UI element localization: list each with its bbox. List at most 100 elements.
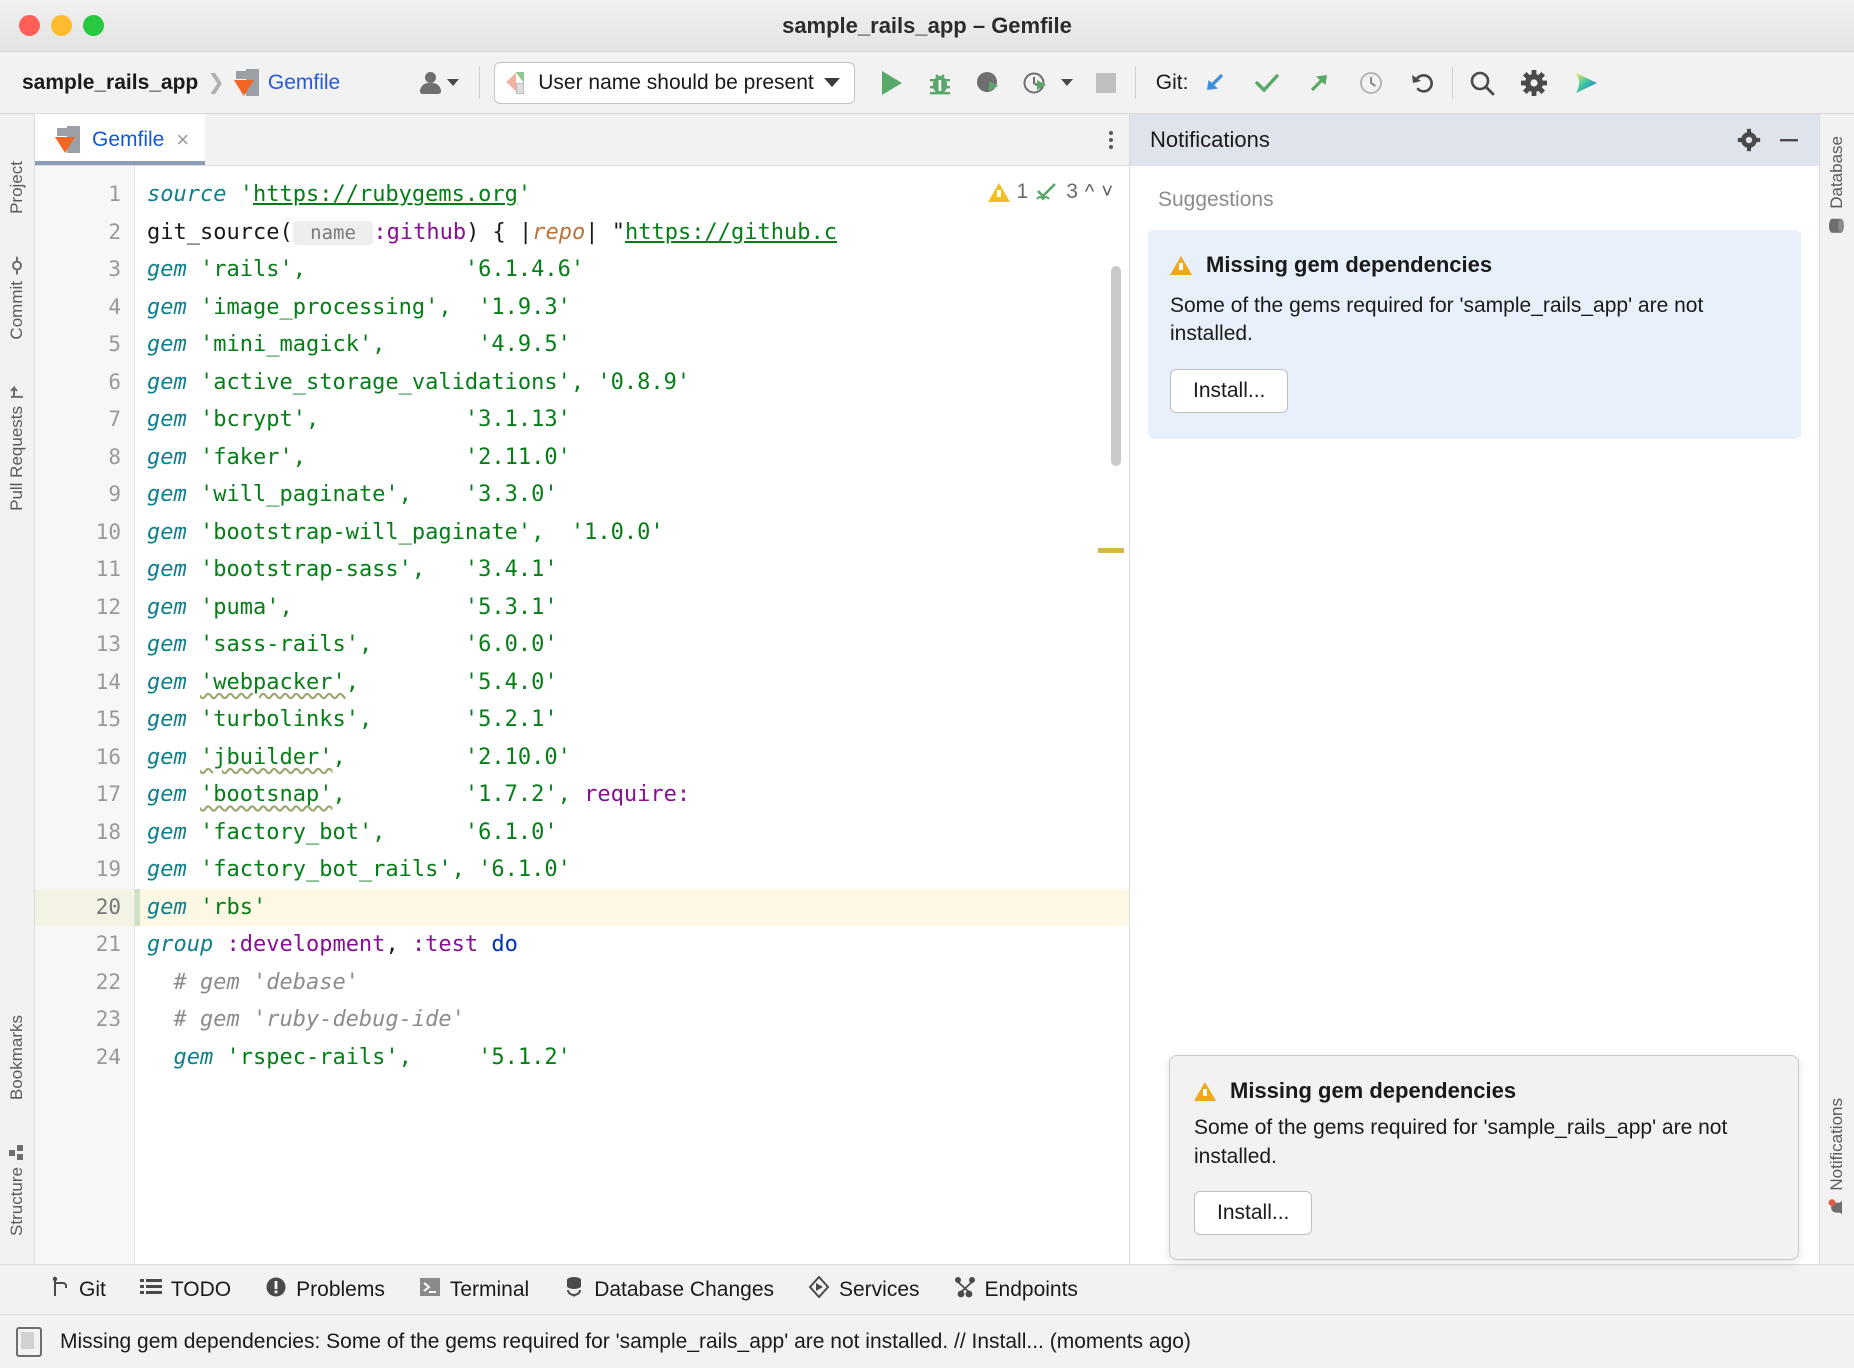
- error-stripe-marker[interactable]: [1098, 548, 1124, 553]
- code-line[interactable]: source 'https://rubygems.org': [135, 176, 1129, 214]
- git-actions: [1200, 68, 1438, 98]
- sidebar-item-structure[interactable]: Structure: [7, 1134, 27, 1244]
- code-token: [187, 820, 200, 845]
- editor-options-button[interactable]: [1109, 114, 1129, 165]
- code-token: 'active_storage_validations',: [200, 370, 584, 395]
- code-line[interactable]: gem 'image_processing', '1.9.3': [135, 289, 1129, 327]
- balloon-install-button[interactable]: Install...: [1194, 1191, 1312, 1235]
- code-token: '6.1.0': [478, 857, 571, 882]
- database-changes-icon: [563, 1276, 585, 1304]
- code-line[interactable]: gem 'jbuilder', '2.10.0': [135, 739, 1129, 777]
- inspection-widget[interactable]: 1 3 ^ ˅: [988, 180, 1113, 204]
- line-number: 2: [35, 214, 134, 252]
- line-number: 6: [35, 364, 134, 402]
- code-token: gem: [147, 857, 187, 882]
- warning-triangle-icon: [1194, 1082, 1216, 1101]
- code-line[interactable]: gem 'bootstrap-will_paginate', '1.0.0': [135, 514, 1129, 552]
- code-line[interactable]: gem 'bootstrap-sass', '3.4.1': [135, 551, 1129, 589]
- warning-triangle-icon: [988, 183, 1010, 202]
- code-line[interactable]: gem 'webpacker', '5.4.0': [135, 664, 1129, 702]
- code-token: 'bootsnap': [200, 782, 332, 807]
- code-token: # gem: [147, 970, 253, 995]
- code-line[interactable]: gem 'rails', '6.1.4.6': [135, 251, 1129, 289]
- code-line-current[interactable]: gem 'rbs': [135, 889, 1129, 927]
- sidebar-item-commit[interactable]: Commit: [7, 248, 27, 348]
- chevron-up-icon[interactable]: ^: [1085, 181, 1094, 204]
- status-message[interactable]: Missing gem dependencies: Some of the ge…: [60, 1330, 1191, 1354]
- gear-icon[interactable]: [1519, 68, 1549, 98]
- stop-icon[interactable]: [1091, 68, 1121, 98]
- code-token: 'jbuilder': [200, 745, 332, 770]
- close-icon[interactable]: ×: [176, 129, 189, 151]
- sidebar-item-project[interactable]: Project: [7, 128, 27, 222]
- code-line[interactable]: gem 'faker', '2.11.0': [135, 439, 1129, 477]
- suggestions-section-label: Suggestions: [1158, 188, 1801, 212]
- history-clock-icon[interactable]: [1356, 68, 1386, 98]
- sidebar-item-database[interactable]: Database: [1827, 128, 1847, 242]
- code-line[interactable]: gem 'active_storage_validations', '0.8.9…: [135, 364, 1129, 402]
- sidebar-label-notifications: Notifications: [1827, 1098, 1847, 1191]
- tool-button-services[interactable]: Services: [808, 1276, 920, 1304]
- code-line[interactable]: git_source( name :github) { |repo| "http…: [135, 214, 1129, 252]
- code-line[interactable]: gem 'will_paginate', '3.3.0': [135, 476, 1129, 514]
- sidebar-item-bookmarks[interactable]: Bookmarks: [7, 982, 27, 1108]
- code-token: [187, 857, 200, 882]
- search-icon[interactable]: [1467, 68, 1497, 98]
- code-token: [584, 370, 597, 395]
- breadcrumb-project[interactable]: sample_rails_app: [22, 71, 198, 95]
- sidebar-item-pull-requests[interactable]: Pull Requests: [7, 373, 27, 519]
- code-line[interactable]: gem 'rspec-rails', '5.1.2': [135, 1039, 1129, 1077]
- sidebar-item-notifications[interactable]: Notifications: [1827, 1090, 1847, 1224]
- code-line[interactable]: gem 'mini_magick', '4.9.5': [135, 326, 1129, 364]
- code-line[interactable]: # gem 'ruby-debug-ide': [135, 1001, 1129, 1039]
- run-profile-icon[interactable]: [1021, 68, 1051, 98]
- code-line[interactable]: group :development, :test do: [135, 926, 1129, 964]
- tool-button-todo[interactable]: TODO: [140, 1277, 231, 1303]
- tool-button-git[interactable]: Git: [50, 1276, 106, 1304]
- install-button[interactable]: Install...: [1170, 369, 1288, 413]
- tool-label-problems: Problems: [296, 1278, 385, 1302]
- code-token: gem: [147, 782, 187, 807]
- push-arrow-icon[interactable]: [1304, 68, 1334, 98]
- update-project-arrow-icon[interactable]: [1200, 68, 1230, 98]
- breadcrumb-file[interactable]: Gemfile: [268, 71, 340, 95]
- chevron-down-icon[interactable]: ˅: [1101, 181, 1113, 204]
- code-line[interactable]: gem 'puma', '5.3.1': [135, 589, 1129, 627]
- chevron-down-icon[interactable]: [1061, 79, 1073, 86]
- tool-button-endpoints[interactable]: Endpoints: [954, 1276, 1078, 1304]
- editor-tab-gemfile[interactable]: Gemfile ×: [35, 114, 205, 165]
- code-line[interactable]: gem 'factory_bot_rails', '6.1.0': [135, 851, 1129, 889]
- tool-button-problems[interactable]: Problems: [265, 1276, 385, 1304]
- ai-assistant-icon[interactable]: [1571, 68, 1601, 98]
- code-token: 'ruby-debug-ide': [253, 1007, 465, 1032]
- user-account-button[interactable]: [412, 67, 465, 99]
- tool-button-database-changes[interactable]: Database Changes: [563, 1276, 774, 1304]
- code-line[interactable]: gem 'bcrypt', '3.1.13': [135, 401, 1129, 439]
- code-line[interactable]: gem 'bootsnap', '1.7.2', require:: [135, 776, 1129, 814]
- minimize-icon[interactable]: [1773, 124, 1805, 156]
- run-configuration-selector[interactable]: User name should be present: [494, 62, 855, 104]
- rollback-undo-icon[interactable]: [1408, 68, 1438, 98]
- minimize-window-button[interactable]: [51, 15, 72, 36]
- code-token: git_source(: [147, 220, 293, 245]
- gear-icon[interactable]: [1733, 124, 1765, 156]
- code-text[interactable]: source 'https://rubygems.org'git_source(…: [135, 166, 1129, 1264]
- close-window-button[interactable]: [19, 15, 40, 36]
- editor-scrollbar[interactable]: [1111, 266, 1121, 466]
- debug-bug-icon[interactable]: [925, 68, 955, 98]
- breadcrumb-separator-icon: ❯: [207, 70, 225, 95]
- code-token: | ": [585, 220, 625, 245]
- event-log-icon[interactable]: [16, 1327, 42, 1357]
- commit-check-icon[interactable]: [1252, 68, 1282, 98]
- tool-button-terminal[interactable]: Terminal: [419, 1276, 529, 1304]
- code-line[interactable]: gem 'turbolinks', '5.2.1': [135, 701, 1129, 739]
- code-line[interactable]: gem 'sass-rails', '6.0.0': [135, 626, 1129, 664]
- run-play-icon[interactable]: [877, 68, 907, 98]
- line-number: 9: [35, 476, 134, 514]
- code-token: 'image_processing',: [200, 295, 452, 320]
- code-line[interactable]: # gem 'debase': [135, 964, 1129, 1002]
- line-number: 8: [35, 439, 134, 477]
- maximize-window-button[interactable]: [83, 15, 104, 36]
- run-coverage-icon[interactable]: [973, 68, 1003, 98]
- code-line[interactable]: gem 'factory_bot', '6.1.0': [135, 814, 1129, 852]
